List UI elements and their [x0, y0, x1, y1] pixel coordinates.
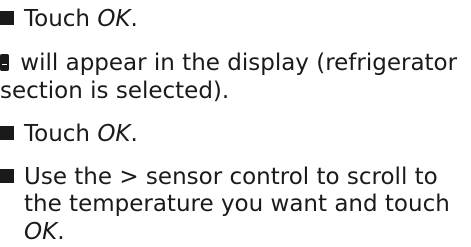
step-text-suffix: .: [130, 5, 138, 32]
step-text-prefix: Touch: [24, 121, 98, 148]
step-text-suffix: .: [130, 121, 138, 148]
bullet-icon: [0, 126, 14, 141]
ok-label: OK: [97, 121, 131, 148]
step-text-suffix: .: [57, 218, 65, 245]
ok-label: OK: [24, 218, 58, 245]
step-scroll-line1: Use the > sensor control to scroll to: [0, 162, 438, 192]
step-display-note-line2: section is selected).: [0, 76, 229, 106]
scroll-text-suffix: sensor control to scroll to: [138, 164, 438, 191]
display-note-text-cont: section is selected).: [0, 77, 230, 104]
step-display-note-line1: will appear in the display (refrigerator: [0, 48, 457, 78]
instruction-document: Touch OK. will appear in the display (re…: [0, 0, 471, 247]
ok-label: OK: [97, 5, 131, 32]
step-text-prefix: Touch: [24, 5, 98, 32]
chevron-right-icon: >: [119, 164, 139, 191]
scroll-text-prefix: Use the: [24, 164, 120, 191]
display-note-text: will appear in the display (refrigerator: [13, 50, 458, 77]
scroll-text-cont: the temperature you want and touch: [24, 191, 450, 218]
refrigerator-icon: [0, 54, 9, 72]
step-touch-ok-2: Touch OK.: [0, 119, 138, 149]
step-touch-ok-1: Touch OK.: [0, 4, 138, 34]
bullet-icon: [0, 169, 14, 184]
step-scroll-line3: OK.: [24, 217, 65, 247]
bullet-icon: [0, 10, 14, 25]
step-scroll-line2: the temperature you want and touch: [24, 189, 450, 219]
